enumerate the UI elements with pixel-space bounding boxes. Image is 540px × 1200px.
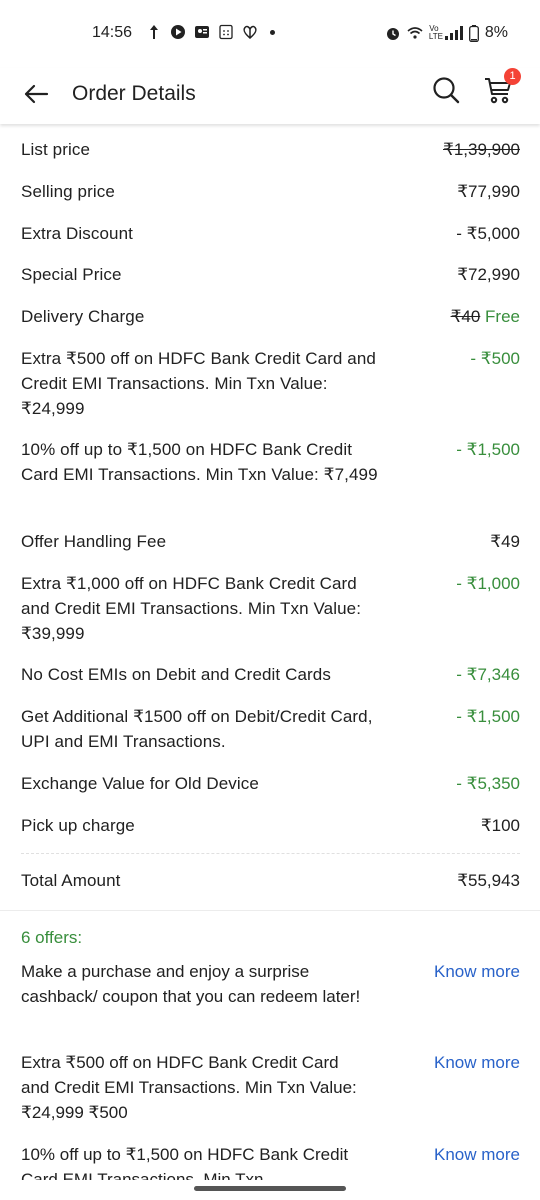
total-value: ₹55,943 bbox=[457, 871, 520, 890]
row-label: Offer Handling Fee bbox=[21, 532, 167, 551]
know-more-link[interactable]: Know more bbox=[434, 1142, 520, 1167]
row-value: ₹100 bbox=[480, 816, 520, 835]
section-separator bbox=[0, 910, 540, 911]
system-icons: Vo LTE 8% bbox=[385, 24, 508, 42]
search-button[interactable] bbox=[428, 72, 464, 108]
row-label: List price bbox=[21, 140, 91, 159]
contacts-icon bbox=[195, 26, 209, 38]
row-label: Delivery Charge bbox=[21, 307, 145, 326]
row-value: ₹72,990 bbox=[457, 265, 520, 284]
offer-text: Make a purchase and enjoy a surprise cas… bbox=[21, 962, 361, 1006]
heart-app-icon bbox=[243, 25, 257, 39]
row-value: - ₹7,346 bbox=[456, 665, 520, 684]
battery-level: 8% bbox=[484, 24, 508, 41]
total-divider bbox=[21, 853, 520, 854]
row-value: ₹77,990 bbox=[457, 182, 520, 201]
status-time: 14:56 bbox=[92, 24, 133, 41]
row-label: Selling price bbox=[21, 182, 115, 201]
total-label: Total Amount bbox=[21, 871, 121, 890]
back-button[interactable] bbox=[18, 76, 54, 112]
row-label: Special Price bbox=[21, 265, 122, 284]
know-more-link[interactable]: Know more bbox=[434, 959, 520, 984]
status-bar: 14:56 Vo LTE 8% bbox=[0, 0, 540, 68]
row-label: Pick up charge bbox=[21, 816, 135, 835]
alarm-icon bbox=[386, 28, 399, 40]
row-value: ₹40 Free bbox=[451, 304, 520, 329]
row-value: - ₹1,500 bbox=[456, 440, 520, 459]
search-icon bbox=[433, 77, 460, 104]
row-label: Extra Discount bbox=[21, 224, 133, 243]
row-value: ₹49 bbox=[490, 532, 520, 551]
row-label: Extra ₹500 off on HDFC Bank Credit Card … bbox=[21, 349, 376, 418]
row-label: 10% off up to ₹1,500 on HDFC Bank Credit… bbox=[21, 440, 378, 484]
notification-app-icon bbox=[150, 25, 158, 39]
row-value: - ₹1,000 bbox=[456, 574, 520, 593]
offer-item: 10% off up to ₹1,500 on HDFC Bank Credit… bbox=[21, 1142, 520, 1180]
calculator-icon bbox=[219, 24, 233, 40]
row-label: Get Additional ₹1500 off on Debit/Credit… bbox=[21, 707, 373, 751]
row-value: - ₹5,350 bbox=[456, 774, 520, 793]
row-label: No Cost EMIs on Debit and Credit Cards bbox=[21, 665, 331, 684]
row-value: ₹1,39,900 bbox=[443, 140, 520, 159]
offer-text: Extra ₹500 off on HDFC Bank Credit Card … bbox=[21, 1053, 357, 1122]
page-title: Order Details bbox=[72, 82, 196, 105]
row-value: - ₹500 bbox=[470, 349, 520, 368]
know-more-link[interactable]: Know more bbox=[434, 1050, 520, 1075]
notification-icons bbox=[146, 24, 275, 40]
row-value: - ₹1,500 bbox=[456, 707, 520, 726]
battery-icon bbox=[468, 24, 479, 42]
delivery-original-value: ₹40 bbox=[450, 307, 481, 326]
network-type: Vo LTE bbox=[428, 24, 443, 41]
cart-count-badge: 1 bbox=[504, 68, 521, 85]
signal-icon bbox=[444, 26, 463, 40]
row-value: - ₹5,000 bbox=[456, 224, 520, 243]
delivery-free-value: Free bbox=[485, 307, 520, 326]
row-label: Exchange Value for Old Device bbox=[21, 774, 259, 793]
offers-title: 6 offers: bbox=[21, 928, 83, 947]
wifi-icon bbox=[407, 27, 423, 39]
offer-text: 10% off up to ₹1,500 on HDFC Bank Credit… bbox=[21, 1145, 349, 1180]
arrow-left-icon bbox=[24, 84, 49, 104]
app-bar: Order Details 1 bbox=[0, 68, 540, 124]
home-indicator[interactable] bbox=[194, 1186, 346, 1191]
more-notifications-dot bbox=[270, 29, 275, 35]
play-icon bbox=[171, 25, 185, 39]
row-label: Extra ₹1,000 off on HDFC Bank Credit Car… bbox=[21, 574, 362, 643]
